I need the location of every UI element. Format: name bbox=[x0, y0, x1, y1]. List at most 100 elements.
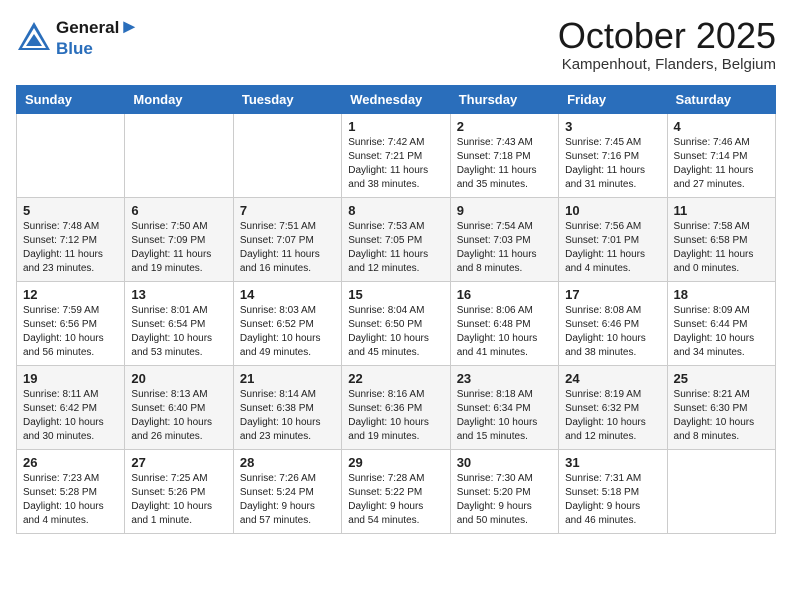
day-info: Sunrise: 8:11 AM Sunset: 6:42 PM Dayligh… bbox=[23, 388, 118, 444]
calendar-cell bbox=[667, 449, 775, 533]
logo: General► Blue bbox=[16, 16, 139, 59]
calendar-cell: 12 Sunrise: 7:59 AM Sunset: 6:56 PM Dayli… bbox=[17, 281, 125, 365]
day-number: 11 bbox=[674, 203, 769, 218]
day-number: 15 bbox=[348, 287, 443, 302]
day-info: Sunrise: 8:19 AM Sunset: 6:32 PM Dayligh… bbox=[565, 388, 660, 444]
day-info: Sunrise: 7:26 AM Sunset: 5:24 PM Dayligh… bbox=[240, 472, 335, 528]
day-number: 18 bbox=[674, 287, 769, 302]
day-info: Sunrise: 8:08 AM Sunset: 6:46 PM Dayligh… bbox=[565, 304, 660, 360]
day-info: Sunrise: 8:21 AM Sunset: 6:30 PM Dayligh… bbox=[674, 388, 769, 444]
day-number: 8 bbox=[348, 203, 443, 218]
day-number: 25 bbox=[674, 371, 769, 386]
calendar-cell: 3Sunrise: 7:45 AM Sunset: 7:16 PM Daylig… bbox=[559, 113, 667, 197]
day-number: 23 bbox=[457, 371, 552, 386]
calendar-cell: 24 Sunrise: 8:19 AM Sunset: 6:32 PM Dayli… bbox=[559, 365, 667, 449]
calendar-cell: 23 Sunrise: 8:18 AM Sunset: 6:34 PM Dayli… bbox=[450, 365, 558, 449]
calendar-cell: 26 Sunrise: 7:23 AM Sunset: 5:28 PM Dayli… bbox=[17, 449, 125, 533]
weekday-header-friday: Friday bbox=[559, 85, 667, 113]
day-number: 29 bbox=[348, 455, 443, 470]
calendar-cell: 19 Sunrise: 8:11 AM Sunset: 6:42 PM Dayli… bbox=[17, 365, 125, 449]
calendar-cell: 4 Sunrise: 7:46 AM Sunset: 7:14 PM Daylig… bbox=[667, 113, 775, 197]
day-info: Sunrise: 7:59 AM Sunset: 6:56 PM Dayligh… bbox=[23, 304, 118, 360]
calendar-cell: 17 Sunrise: 8:08 AM Sunset: 6:46 PM Dayli… bbox=[559, 281, 667, 365]
day-info: Sunrise: 7:43 AM Sunset: 7:18 PM Dayligh… bbox=[457, 136, 552, 192]
calendar-cell: 13 Sunrise: 8:01 AM Sunset: 6:54 PM Dayli… bbox=[125, 281, 233, 365]
day-info: Sunrise: 8:09 AM Sunset: 6:44 PM Dayligh… bbox=[674, 304, 769, 360]
day-number: 14 bbox=[240, 287, 335, 302]
day-info: Sunrise: 8:13 AM Sunset: 6:40 PM Dayligh… bbox=[131, 388, 226, 444]
calendar-cell: 25 Sunrise: 8:21 AM Sunset: 6:30 PM Dayli… bbox=[667, 365, 775, 449]
day-number: 24 bbox=[565, 371, 660, 386]
day-info: Sunrise: 7:45 AM Sunset: 7:16 PM Dayligh… bbox=[565, 136, 660, 192]
calendar-cell bbox=[17, 113, 125, 197]
day-info: Sunrise: 7:28 AM Sunset: 5:22 PM Dayligh… bbox=[348, 472, 443, 528]
day-info: Sunrise: 7:42 AM Sunset: 7:21 PM Dayligh… bbox=[348, 136, 443, 192]
calendar-cell: 22 Sunrise: 8:16 AM Sunset: 6:36 PM Dayli… bbox=[342, 365, 450, 449]
month-title: October 2025 bbox=[558, 16, 776, 56]
calendar-cell: 6 Sunrise: 7:50 AM Sunset: 7:09 PM Daylig… bbox=[125, 197, 233, 281]
calendar-cell: 28Sunrise: 7:26 AM Sunset: 5:24 PM Dayli… bbox=[233, 449, 341, 533]
day-info: Sunrise: 8:06 AM Sunset: 6:48 PM Dayligh… bbox=[457, 304, 552, 360]
calendar-cell: 27Sunrise: 7:25 AM Sunset: 5:26 PM Dayli… bbox=[125, 449, 233, 533]
day-info: Sunrise: 7:30 AM Sunset: 5:20 PM Dayligh… bbox=[457, 472, 552, 528]
day-number: 31 bbox=[565, 455, 660, 470]
day-number: 26 bbox=[23, 455, 118, 470]
day-info: Sunrise: 7:56 AM Sunset: 7:01 PM Dayligh… bbox=[565, 220, 660, 276]
calendar-cell: 10Sunrise: 7:56 AM Sunset: 7:01 PM Dayli… bbox=[559, 197, 667, 281]
day-number: 17 bbox=[565, 287, 660, 302]
weekday-header-saturday: Saturday bbox=[667, 85, 775, 113]
calendar-cell bbox=[233, 113, 341, 197]
day-number: 16 bbox=[457, 287, 552, 302]
day-number: 12 bbox=[23, 287, 118, 302]
day-number: 1 bbox=[348, 119, 443, 134]
calendar-cell: 11 Sunrise: 7:58 AM Sunset: 6:58 PM Dayli… bbox=[667, 197, 775, 281]
calendar-cell: 20 Sunrise: 8:13 AM Sunset: 6:40 PM Dayli… bbox=[125, 365, 233, 449]
day-info: Sunrise: 8:03 AM Sunset: 6:52 PM Dayligh… bbox=[240, 304, 335, 360]
calendar-cell: 5Sunrise: 7:48 AM Sunset: 7:12 PM Daylig… bbox=[17, 197, 125, 281]
day-info: Sunrise: 8:01 AM Sunset: 6:54 PM Dayligh… bbox=[131, 304, 226, 360]
day-info: Sunrise: 8:04 AM Sunset: 6:50 PM Dayligh… bbox=[348, 304, 443, 360]
calendar-cell: 31 Sunrise: 7:31 AM Sunset: 5:18 PM Dayli… bbox=[559, 449, 667, 533]
day-info: Sunrise: 7:50 AM Sunset: 7:09 PM Dayligh… bbox=[131, 220, 226, 276]
day-info: Sunrise: 7:23 AM Sunset: 5:28 PM Dayligh… bbox=[23, 472, 118, 528]
calendar-table: SundayMondayTuesdayWednesdayThursdayFrid… bbox=[16, 85, 776, 534]
weekday-header-monday: Monday bbox=[125, 85, 233, 113]
day-number: 9 bbox=[457, 203, 552, 218]
day-info: Sunrise: 7:54 AM Sunset: 7:03 PM Dayligh… bbox=[457, 220, 552, 276]
calendar-week-3: 12 Sunrise: 7:59 AM Sunset: 6:56 PM Dayli… bbox=[17, 281, 776, 365]
day-info: Sunrise: 7:58 AM Sunset: 6:58 PM Dayligh… bbox=[674, 220, 769, 276]
day-number: 19 bbox=[23, 371, 118, 386]
day-number: 30 bbox=[457, 455, 552, 470]
logo-text: General► Blue bbox=[56, 16, 139, 59]
calendar-cell: 2 Sunrise: 7:43 AM Sunset: 7:18 PM Daylig… bbox=[450, 113, 558, 197]
day-info: Sunrise: 7:25 AM Sunset: 5:26 PM Dayligh… bbox=[131, 472, 226, 528]
weekday-header-row: SundayMondayTuesdayWednesdayThursdayFrid… bbox=[17, 85, 776, 113]
day-number: 20 bbox=[131, 371, 226, 386]
location-text: Kampenhout, Flanders, Belgium bbox=[558, 56, 776, 73]
day-info: Sunrise: 7:31 AM Sunset: 5:18 PM Dayligh… bbox=[565, 472, 660, 528]
calendar-cell: 7Sunrise: 7:51 AM Sunset: 7:07 PM Daylig… bbox=[233, 197, 341, 281]
calendar-week-5: 26 Sunrise: 7:23 AM Sunset: 5:28 PM Dayli… bbox=[17, 449, 776, 533]
day-info: Sunrise: 7:48 AM Sunset: 7:12 PM Dayligh… bbox=[23, 220, 118, 276]
weekday-header-tuesday: Tuesday bbox=[233, 85, 341, 113]
calendar-cell: 9 Sunrise: 7:54 AM Sunset: 7:03 PM Daylig… bbox=[450, 197, 558, 281]
day-info: Sunrise: 7:46 AM Sunset: 7:14 PM Dayligh… bbox=[674, 136, 769, 192]
day-number: 22 bbox=[348, 371, 443, 386]
day-number: 13 bbox=[131, 287, 226, 302]
calendar-cell: 21 Sunrise: 8:14 AM Sunset: 6:38 PM Dayli… bbox=[233, 365, 341, 449]
day-info: Sunrise: 8:16 AM Sunset: 6:36 PM Dayligh… bbox=[348, 388, 443, 444]
day-number: 2 bbox=[457, 119, 552, 134]
day-number: 4 bbox=[674, 119, 769, 134]
day-info: Sunrise: 8:18 AM Sunset: 6:34 PM Dayligh… bbox=[457, 388, 552, 444]
weekday-header-thursday: Thursday bbox=[450, 85, 558, 113]
calendar-cell: 18 Sunrise: 8:09 AM Sunset: 6:44 PM Dayli… bbox=[667, 281, 775, 365]
day-number: 6 bbox=[131, 203, 226, 218]
calendar-week-4: 19 Sunrise: 8:11 AM Sunset: 6:42 PM Dayli… bbox=[17, 365, 776, 449]
day-number: 21 bbox=[240, 371, 335, 386]
calendar-week-2: 5Sunrise: 7:48 AM Sunset: 7:12 PM Daylig… bbox=[17, 197, 776, 281]
logo-icon bbox=[16, 20, 52, 56]
page-header: General► Blue October 2025 Kampenhout, F… bbox=[16, 16, 776, 73]
day-number: 7 bbox=[240, 203, 335, 218]
day-info: Sunrise: 7:53 AM Sunset: 7:05 PM Dayligh… bbox=[348, 220, 443, 276]
day-info: Sunrise: 8:14 AM Sunset: 6:38 PM Dayligh… bbox=[240, 388, 335, 444]
